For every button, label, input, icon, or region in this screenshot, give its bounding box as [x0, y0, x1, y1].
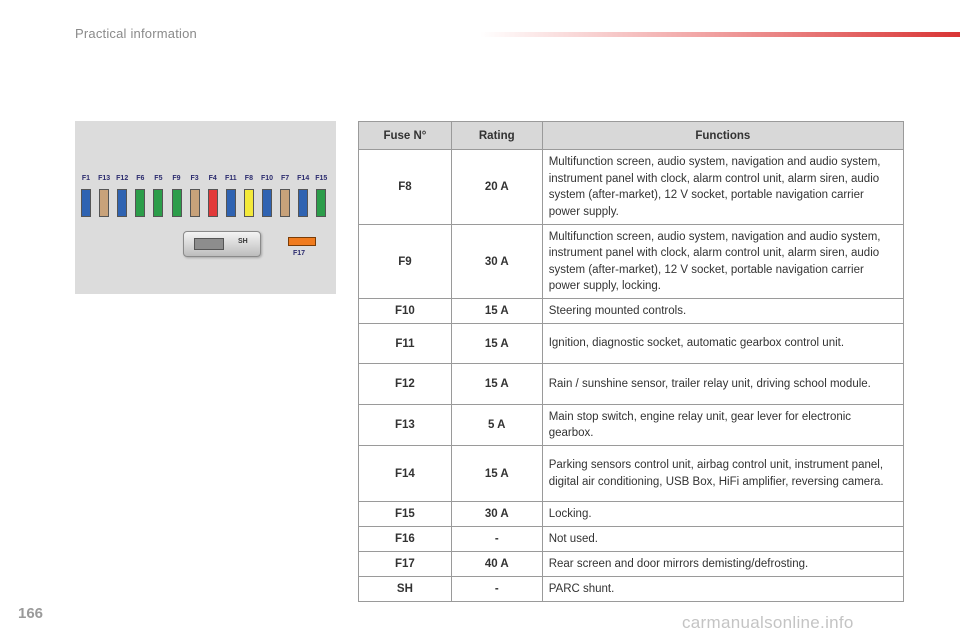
- fuse-label: F15: [315, 175, 328, 182]
- rating-cell: 40 A: [450, 551, 543, 577]
- rating-cell: 20 A: [450, 149, 543, 225]
- rating-cell: 30 A: [450, 224, 543, 299]
- rating-cell: 15 A: [450, 298, 543, 324]
- fuse: [225, 189, 236, 217]
- fuse: [189, 189, 200, 217]
- functions-cell: Rear screen and door mirrors demisting/d…: [541, 551, 905, 577]
- fuse: [99, 189, 110, 217]
- fuse-cell: F8: [358, 149, 452, 225]
- functions-cell: Not used.: [541, 526, 905, 552]
- table-row: F16- Not used.: [358, 526, 905, 552]
- fuse-cell: F16: [358, 526, 452, 552]
- table-row: F17 40 A Rear screen and door mirrors demi…: [358, 551, 905, 577]
- section-title: Practical information: [75, 26, 197, 41]
- fuse: [262, 189, 272, 217]
- table-row: F13 5 A Main stop switch, engine relay uni…: [358, 404, 905, 446]
- functions-cell: Multifunction screen, audio system, navi…: [541, 224, 905, 299]
- rating-cell: -: [450, 526, 543, 552]
- fuse: [81, 189, 91, 217]
- fuse: [298, 189, 309, 217]
- fuse-cell: F10: [358, 298, 452, 324]
- functions-cell: Rain / sunshine sensor, trailer relay un…: [541, 363, 905, 405]
- fuse-label: F1: [81, 175, 91, 182]
- fuse-cell: F11: [358, 323, 452, 364]
- fuse: [171, 189, 182, 217]
- fuse-label: F4: [208, 175, 217, 182]
- fuse: [280, 189, 291, 217]
- shunt-slot: [194, 238, 224, 250]
- table-row: F9 30 A Multifunction screen, audio system…: [358, 224, 905, 299]
- fuse-label: F7: [281, 175, 290, 182]
- fuse-cell: F15: [358, 501, 452, 527]
- column-header-rating: Rating: [450, 121, 543, 150]
- rating-cell: 5 A: [450, 404, 543, 446]
- header-accent-bar: [480, 32, 960, 37]
- fuse-label: F10: [260, 175, 274, 182]
- fuse-label: F9: [172, 175, 181, 182]
- page-number: 166: [18, 605, 44, 622]
- fuse-label: F14: [297, 175, 310, 182]
- functions-cell: Steering mounted controls.: [541, 298, 905, 324]
- fuse-cell: F14: [358, 445, 452, 502]
- fuse: [243, 189, 254, 217]
- table-row: F14 15 A Parking sensors control unit, air…: [358, 445, 905, 502]
- fuse-label: F3: [190, 175, 199, 182]
- fuse: [117, 189, 128, 217]
- fuse-label: F12: [116, 175, 129, 182]
- functions-cell: Parking sensors control unit, airbag con…: [541, 445, 905, 502]
- parc-shunt: SH: [183, 231, 261, 257]
- fuse-label: F11: [224, 175, 237, 182]
- table-row: F12 15 A Rain / sunshine sensor, trailer r…: [358, 363, 905, 405]
- rating-cell: 15 A: [450, 363, 543, 405]
- fuse-cell: F12: [358, 363, 452, 405]
- table-header-row: Fuse N° Rating Functions: [358, 121, 905, 150]
- functions-cell: Locking.: [541, 501, 905, 527]
- fuse-label: F8: [244, 175, 253, 182]
- table-row: SH - PARC shunt.: [358, 576, 905, 602]
- fuse-table: Fuse N° Rating Functions F8 20 A Multifunc…: [358, 121, 905, 602]
- column-header-fuse: Fuse N°: [358, 121, 452, 150]
- table-row: F15 30 A Locking.: [358, 501, 905, 527]
- fuse-box-illustration: SH F17 F1 F13 F12 F6 F5 F9 F3 F4 F11 F8 F10 F7 F14 F1…: [75, 121, 336, 294]
- table-row: F8 20 A Multifunction screen, audio system…: [358, 149, 905, 225]
- fuse-f17: [288, 237, 316, 246]
- watermark: carmanualsonline.info: [682, 613, 854, 632]
- rating-cell: -: [450, 576, 543, 602]
- functions-cell: Main stop switch, engine relay unit, gea…: [541, 404, 905, 446]
- fuse-cell: F9: [358, 224, 452, 299]
- rating-cell: 15 A: [450, 323, 543, 364]
- fuse-cell: F13: [358, 404, 452, 446]
- fuse-cell: F17: [358, 551, 452, 577]
- functions-cell: PARC shunt.: [541, 576, 905, 602]
- shunt-label: SH: [238, 238, 248, 245]
- fuse-label: F6: [136, 175, 145, 182]
- fuse: [207, 189, 218, 217]
- fuse-label: F5: [154, 175, 163, 182]
- rating-cell: 30 A: [450, 501, 543, 527]
- table-row: F10 15 A Steering mounted controls.: [358, 298, 905, 324]
- fuse-f17-label: F17: [293, 250, 306, 257]
- fuse: [153, 189, 164, 217]
- column-header-functions: Functions: [541, 121, 905, 150]
- rating-cell: 15 A: [450, 445, 543, 502]
- functions-cell: Ignition, diagnostic socket, automatic g…: [541, 323, 905, 364]
- functions-cell: Multifunction screen, audio system, navi…: [541, 149, 905, 225]
- fuse-label: F13: [98, 175, 111, 182]
- fuse: [135, 189, 146, 217]
- table-row: F11 15 A Ignition, diagnostic socket, auto…: [358, 323, 905, 364]
- fuse: [316, 189, 327, 217]
- fuse-cell: SH: [358, 576, 452, 602]
